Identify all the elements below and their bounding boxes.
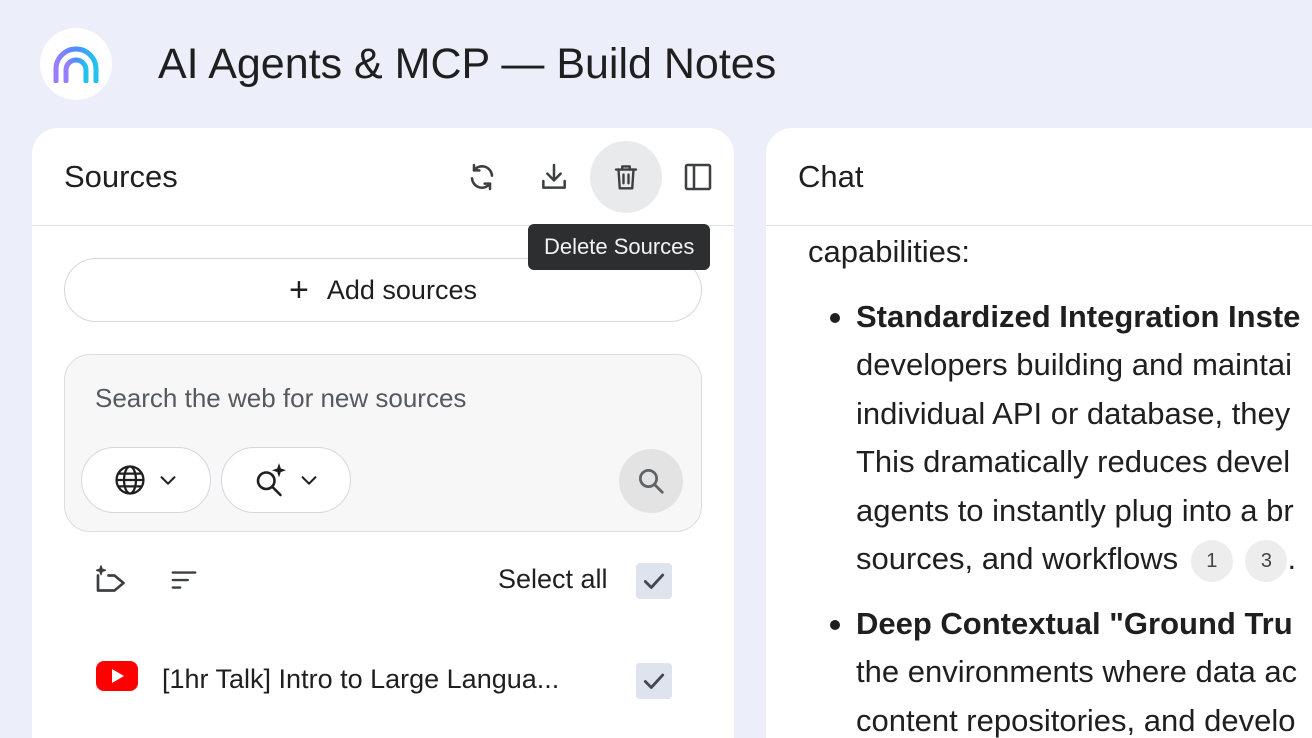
chevron-down-icon: [160, 476, 176, 485]
bullet-heading: Standardized Integration Inste: [856, 298, 1301, 334]
bullet-text-line: content repositories, and develo: [856, 702, 1296, 738]
bullet-text-line: This dramatically reduces devel: [856, 444, 1291, 479]
source-checkbox[interactable]: [636, 663, 672, 699]
bullet-text-line: sources, and workflows: [856, 541, 1179, 576]
plus-icon: +: [289, 271, 309, 309]
delete-sources-tooltip: Delete Sources: [528, 224, 711, 270]
add-sources-label: Add sources: [326, 274, 477, 305]
select-all-label: Select all: [498, 564, 608, 594]
web-search-box: [64, 354, 702, 532]
rainbow-arc-logo-icon: [53, 46, 99, 83]
check-icon: [643, 673, 665, 689]
citation-chip[interactable]: 1: [1190, 539, 1233, 582]
youtube-icon: [96, 661, 138, 691]
bullet-text-line: the environments where data ac: [856, 654, 1298, 689]
chat-panel: Chat capabilities: Standardized Integrat…: [766, 128, 1312, 738]
source-type-dropdown[interactable]: [81, 447, 211, 513]
sources-title: Sources: [64, 159, 178, 194]
chat-intro-text: capabilities:: [808, 234, 970, 269]
notebook-app: AI Agents & MCP — Build Notes Sources + …: [0, 0, 1312, 738]
chat-bullet-item: Deep Contextual "Ground Tru the environm…: [808, 600, 1312, 738]
refresh-sources-button[interactable]: [446, 141, 518, 213]
app-logo[interactable]: [40, 28, 112, 100]
citation-chip[interactable]: 3: [1245, 539, 1288, 582]
download-sources-button[interactable]: [518, 141, 590, 213]
chat-message: capabilities: Standardized Integration I…: [808, 228, 1312, 738]
chat-header: Chat: [766, 128, 1312, 226]
sort-button[interactable]: [164, 560, 204, 600]
label-sparkle-icon: [95, 565, 125, 592]
delete-sources-button[interactable]: [590, 141, 662, 213]
refresh-icon: [470, 163, 494, 191]
bullet-text-line: developers building and maintai: [856, 347, 1293, 382]
search-submit-button[interactable]: [619, 449, 683, 513]
globe-icon: [115, 465, 145, 495]
chat-title: Chat: [798, 159, 864, 194]
select-all-checkbox[interactable]: [636, 563, 672, 599]
research-mode-dropdown[interactable]: [221, 447, 351, 513]
source-list-item[interactable]: [1hr Talk] Intro to Large Langua...: [32, 648, 734, 714]
chat-bullet-item: Standardized Integration Inste developer…: [808, 293, 1312, 584]
add-tag-button[interactable]: [90, 560, 130, 600]
bullet-text-line: agents to instantly plug into a br: [856, 492, 1294, 528]
chevron-down-icon: [301, 476, 317, 485]
bullet-text-line: individual API or database, they: [856, 395, 1291, 431]
search-icon: [639, 469, 664, 494]
research-sparkle-icon: [256, 463, 287, 497]
download-icon: [542, 163, 566, 189]
collapse-sources-button[interactable]: [662, 141, 734, 213]
bullet-tail: .: [1287, 541, 1297, 576]
notebook-title[interactable]: AI Agents & MCP — Build Notes: [158, 38, 776, 90]
delete-icon: [614, 165, 638, 190]
sources-panel: Sources + Add sources Search the web for…: [32, 128, 734, 738]
collapse-panel-icon: [684, 163, 712, 191]
check-icon: [643, 573, 665, 589]
bullet-heading: Deep Contextual "Ground Tru: [856, 605, 1293, 641]
sort-icon: [171, 571, 197, 589]
source-title[interactable]: [1hr Talk] Intro to Large Langua...: [162, 664, 582, 695]
sources-header: Sources: [32, 128, 734, 226]
web-search-input[interactable]: [95, 383, 615, 414]
chat-bullet-list: Standardized Integration Inste developer…: [808, 293, 1312, 738]
